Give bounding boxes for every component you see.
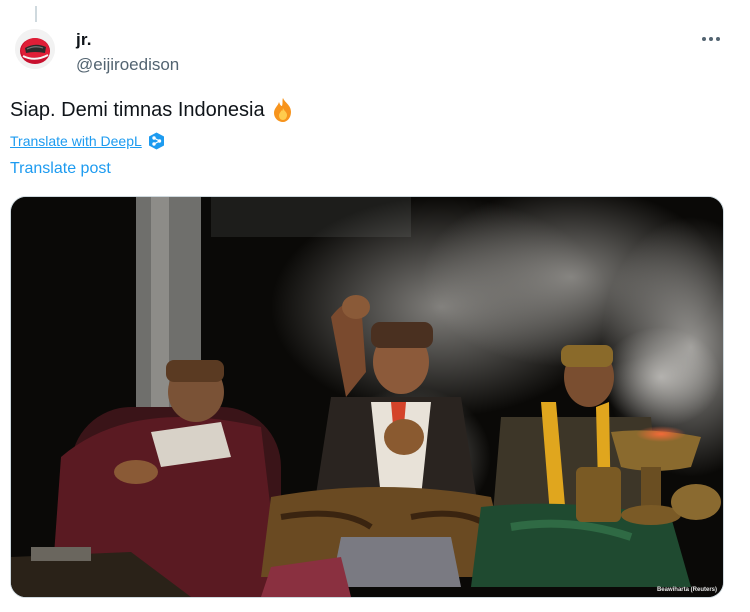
post-media-image[interactable]: Beawiharta (Reuters) (10, 196, 724, 598)
helmet-icon (15, 29, 55, 69)
more-options-icon (702, 37, 706, 41)
translate-with-deepl-link[interactable]: Translate with DeepL (10, 132, 165, 150)
photo-credit: Beawiharta (Reuters) (656, 587, 717, 593)
translate-post-link[interactable]: Translate post (10, 160, 111, 178)
user-handle[interactable]: @eijiroedison (76, 55, 179, 75)
thread-connector-line (35, 6, 37, 22)
avatar[interactable] (15, 29, 55, 69)
post-text-line: Siap. Demi timnas Indonesia (10, 97, 295, 123)
deepl-icon (148, 132, 164, 150)
translate-with-deepl-label: Translate with DeepL (10, 133, 142, 149)
post-text: Siap. Demi timnas Indonesia (10, 98, 265, 121)
display-name[interactable]: jr. (76, 30, 92, 50)
ritual-photo (11, 197, 723, 597)
more-options-button[interactable] (698, 30, 724, 48)
fire-icon (271, 97, 295, 123)
